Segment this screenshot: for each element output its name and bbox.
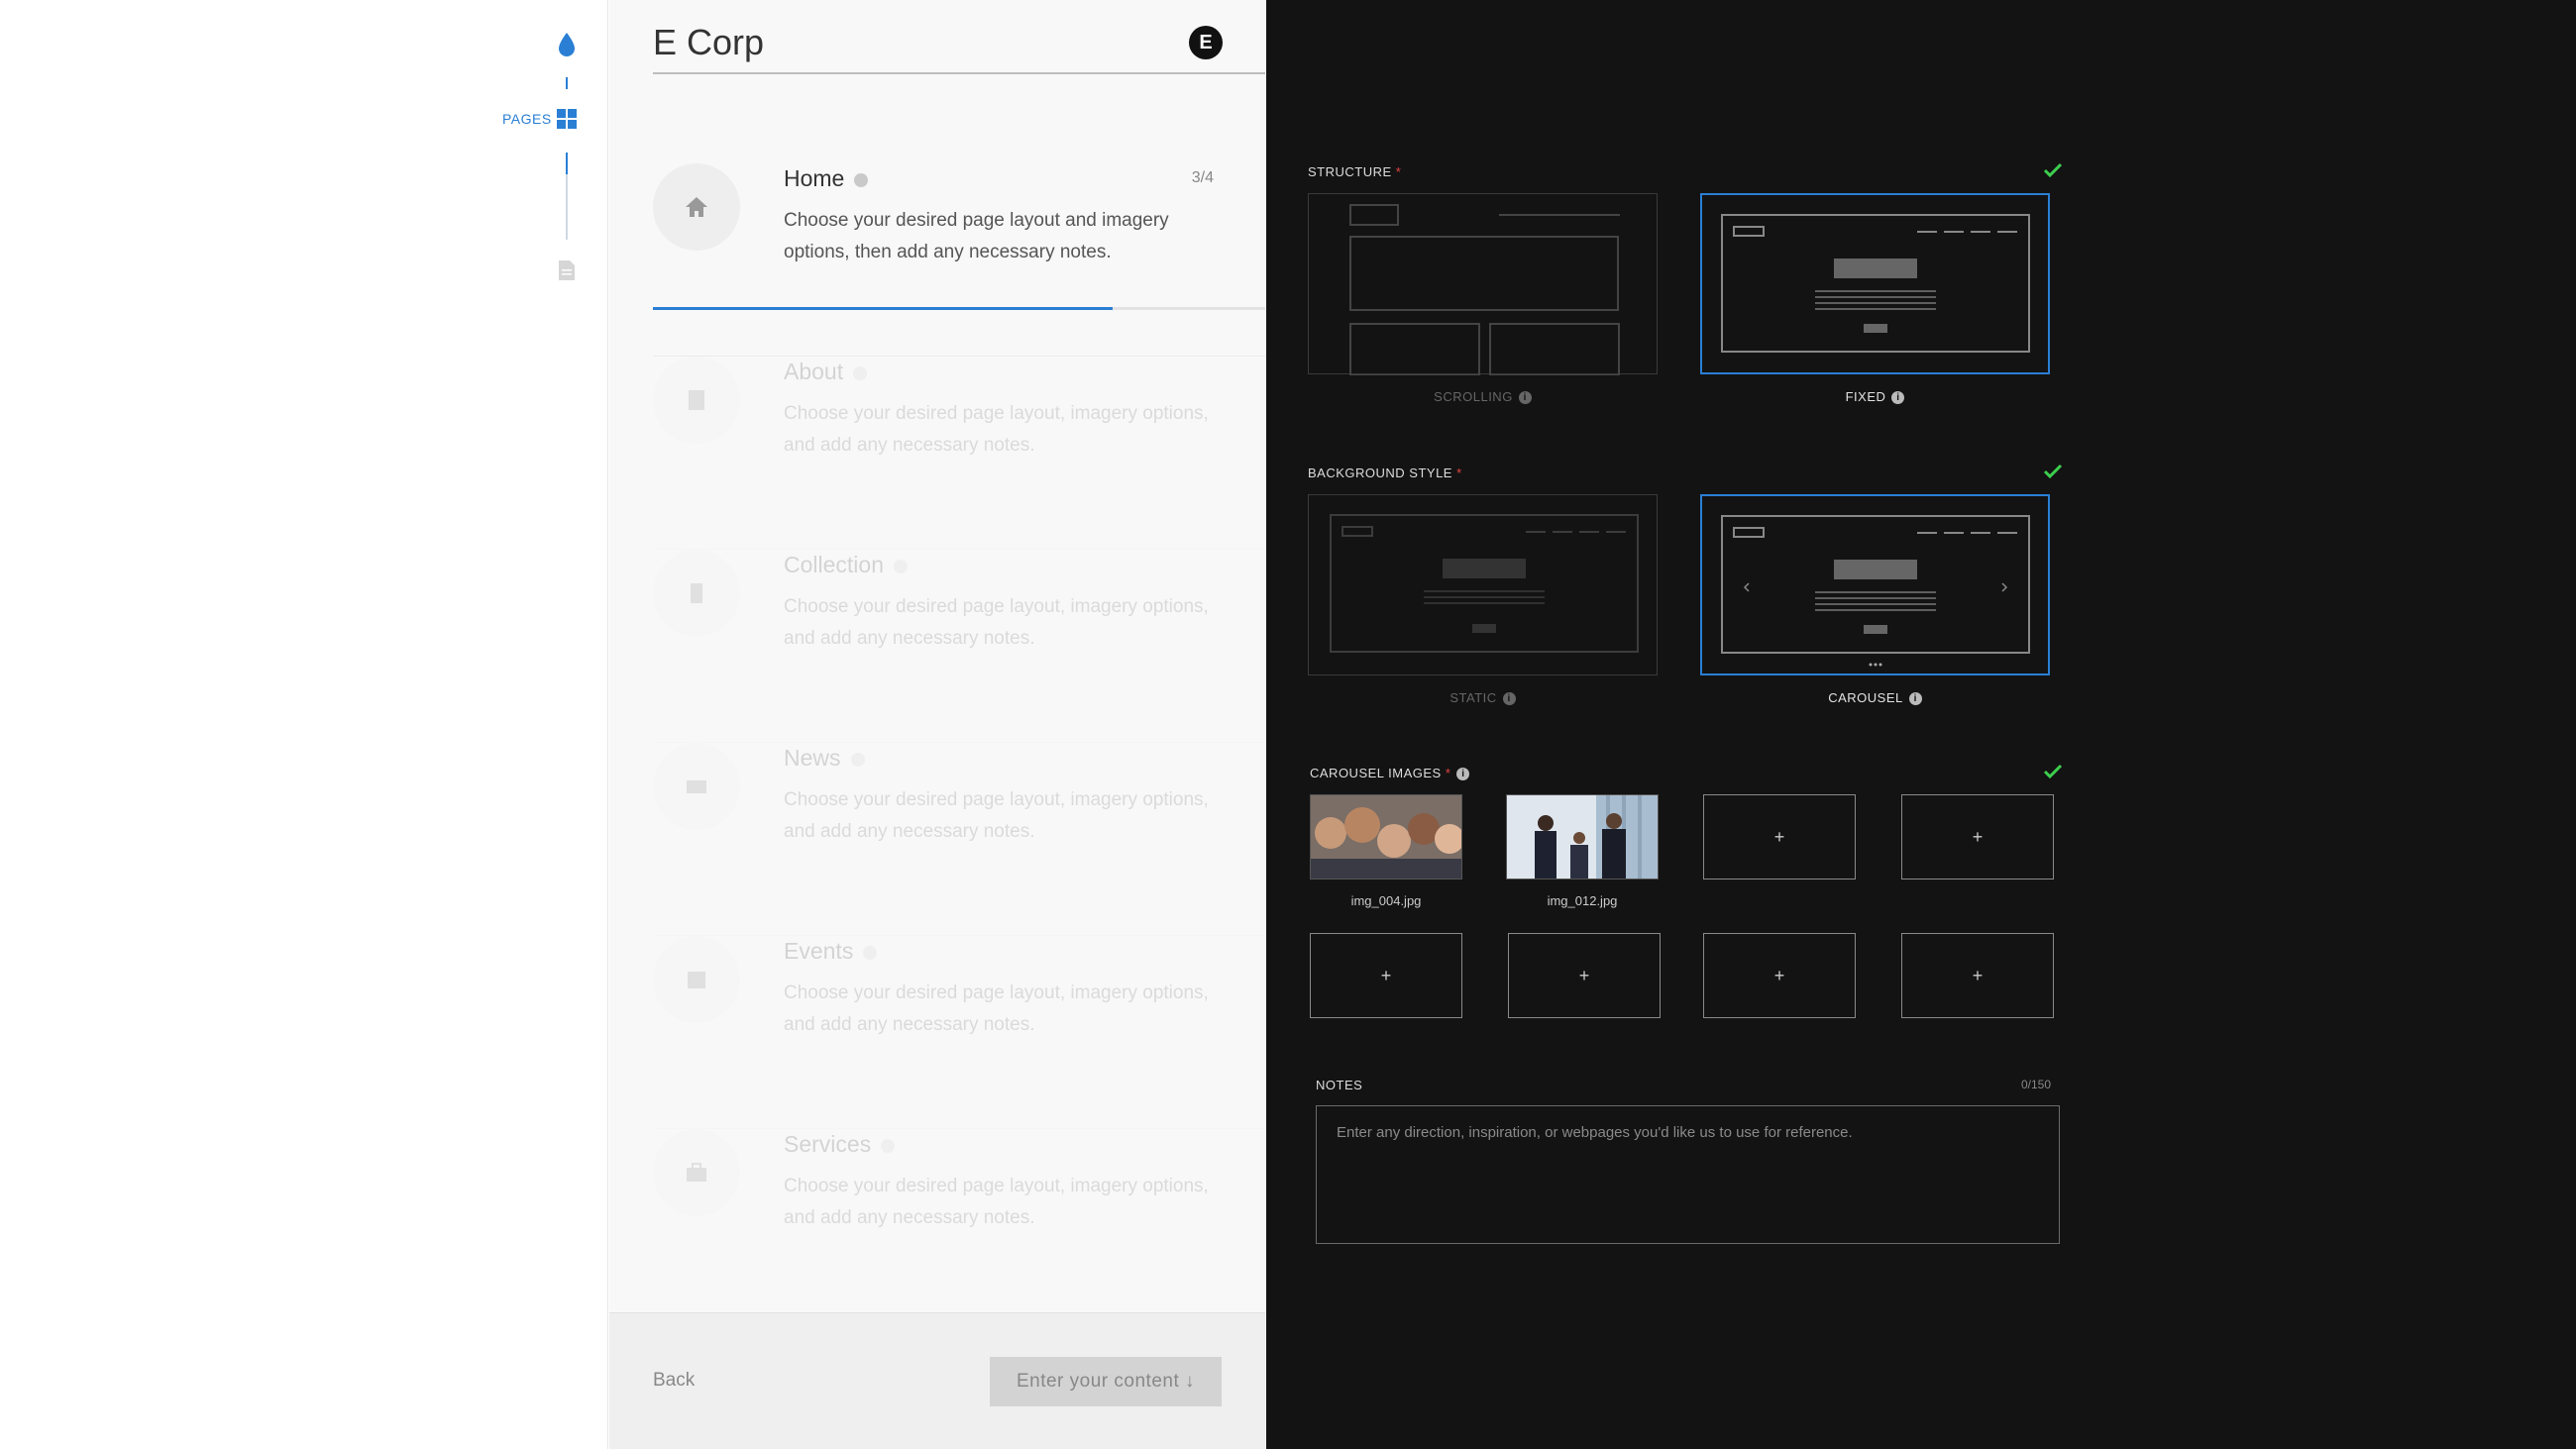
notes-label: NOTES [1316,1078,1363,1092]
calendar-icon [688,972,705,988]
page-item-events[interactable]: Events Choose your desired page layout, … [653,936,1265,1129]
carousel-image-thumbnail[interactable] [1310,794,1462,880]
background-option-carousel[interactable] [1700,494,2050,675]
notes-char-count: 0/150 [2021,1078,2052,1091]
page-title: Home [784,165,869,192]
arrow-down-icon: ↓ [1185,1371,1196,1392]
add-image-slot[interactable]: + [1901,933,2054,1018]
home-icon-circle [653,163,740,251]
newspaper-icon [687,780,706,793]
page-title: Collection [784,552,908,578]
info-icon[interactable]: i [1456,768,1470,781]
panel-footer: Back Enter your content ↓ [609,1312,1265,1449]
options-panel: STRUCTURE * SCROLLING i FIXED i BACKGROU… [1266,0,2576,1449]
fixed-layout-preview [1721,214,2030,353]
carousel-image-filename: img_012.jpg [1547,893,1618,908]
briefcase-icon [687,1163,706,1182]
page-item-services[interactable]: Services Choose your desired page layout… [653,1129,1265,1322]
pages-panel: E Corp E Home 3/4 Choose your desired pa… [609,0,1265,1449]
info-icon[interactable] [881,1138,896,1153]
check-icon [2043,464,2063,479]
left-rail: PAGES [0,0,608,1449]
droplet-icon[interactable] [557,32,577,57]
back-button[interactable]: Back [653,1370,695,1392]
structure-option-scrolling[interactable] [1308,193,1658,376]
home-icon [686,197,707,217]
add-image-slot[interactable]: + [1703,933,1856,1018]
page-title: Services [784,1131,896,1158]
page-description: Choose your desired page layout, imagery… [784,596,1209,649]
scrolling-layout-preview [1349,204,1620,376]
about-icon-circle [653,357,740,444]
brand-title: E Corp [653,22,765,62]
page-item-about[interactable]: About Choose your desired page layout, i… [653,357,1265,550]
enter-content-label: Enter your content [1016,1371,1180,1392]
check-icon [2043,764,2063,779]
structure-label: STRUCTURE * [1308,164,1402,179]
grid-icon[interactable] [557,109,577,129]
rail-connector [566,77,568,89]
info-icon[interactable] [850,752,865,767]
page-title: Events [784,938,878,965]
info-icon[interactable]: i [1518,391,1532,405]
page-item-collection[interactable]: Collection Choose your desired page layo… [653,550,1265,743]
structure-caption-scrolling: SCROLLING i [1308,389,1658,405]
events-icon-circle [653,936,740,1023]
page-title: News [784,745,865,772]
info-icon[interactable] [894,559,908,573]
people-group-photo [1311,795,1461,879]
add-image-slot[interactable]: + [1310,933,1462,1018]
carousel-images-label: CAROUSEL IMAGES * i [1310,766,1470,781]
enter-content-button[interactable]: Enter your content ↓ [990,1357,1222,1406]
rail-progress-fill [566,153,568,174]
background-caption-carousel: CAROUSEL i [1700,690,2050,706]
info-icon[interactable] [863,945,878,960]
collection-icon [691,583,702,603]
info-icon[interactable] [854,172,869,187]
news-icon-circle [653,743,740,830]
notes-textarea[interactable] [1316,1105,2060,1244]
page-description: Choose your desired page layout, imagery… [784,789,1209,842]
background-style-label: BACKGROUND STYLE * [1308,466,1462,480]
info-icon[interactable]: i [1502,692,1516,706]
info-icon[interactable] [853,365,868,380]
title-underline [653,72,1265,74]
add-image-slot[interactable]: + [1703,794,1856,880]
document-icon[interactable] [558,259,576,281]
page-item-home[interactable]: Home 3/4 Choose your desired page layout… [653,163,1265,357]
carousel-image-thumbnail[interactable] [1506,794,1659,880]
info-icon[interactable]: i [1908,692,1922,706]
check-icon [2043,162,2063,178]
collection-icon-circle [653,550,740,637]
info-icon[interactable]: i [1891,391,1905,405]
business-handshake-photo [1507,795,1658,879]
carousel-image-filename: img_004.jpg [1350,893,1422,908]
structure-caption-fixed: FIXED i [1700,389,2050,405]
page-item-news[interactable]: News Choose your desired page layout, im… [653,743,1265,936]
page-description: Choose your desired page layout, imagery… [784,1176,1209,1228]
add-image-slot[interactable]: + [1508,933,1661,1018]
add-image-slot[interactable]: + [1901,794,2054,880]
carousel-layout-preview [1721,515,2030,667]
page-title: About [784,359,868,385]
structure-option-fixed[interactable] [1700,193,2050,374]
page-description: Choose your desired page layout and imag… [784,210,1169,262]
page-description: Choose your desired page layout, imagery… [784,983,1209,1035]
page-description: Choose your desired page layout, imagery… [784,403,1209,456]
home-progress-bar [653,307,1113,310]
background-option-static[interactable] [1308,494,1658,675]
rail-pages-label[interactable]: PAGES [502,111,552,127]
brand-logo: E [1189,26,1223,59]
book-icon [689,390,704,410]
page-step-count: 3/4 [1191,169,1214,186]
services-icon-circle [653,1129,740,1216]
background-caption-static: STATIC i [1308,690,1658,706]
static-layout-preview [1330,514,1639,653]
